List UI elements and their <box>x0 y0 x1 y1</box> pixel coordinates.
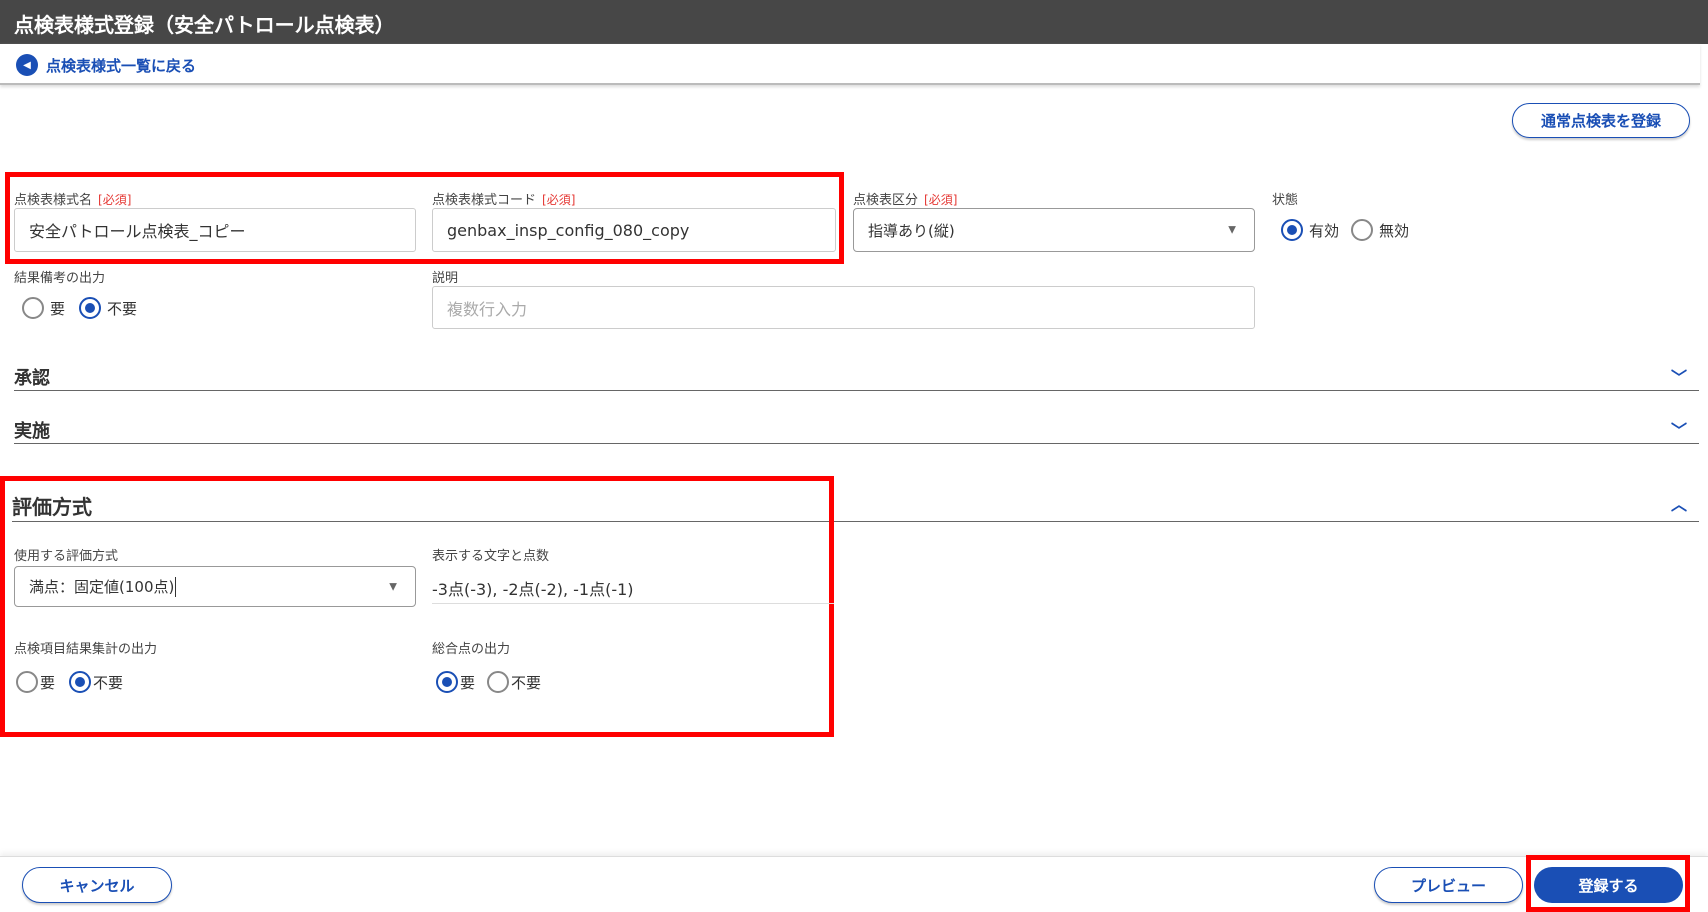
total-score-radio-required[interactable] <box>436 671 458 693</box>
category-label: 点検表区分 [必須] <box>853 193 958 208</box>
status-radio-inactive[interactable] <box>1351 219 1374 241</box>
code-input[interactable]: genbax_insp_config_080_copy <box>432 208 836 252</box>
item-summary-radio-required[interactable] <box>16 671 38 693</box>
chevron-up-icon: ︿ <box>1670 495 1687 514</box>
category-select[interactable]: 指導あり(縦) ▼ <box>853 208 1255 252</box>
cancel-button[interactable]: キャンセル <box>22 867 172 903</box>
back-arrow-icon: ◀ <box>16 54 38 76</box>
display-value: -3点(-3), -2点(-2), -1点(-1) <box>432 576 834 604</box>
item-summary-radio-not-required[interactable] <box>69 671 92 693</box>
name-label: 点検表様式名 [必須] <box>14 193 132 208</box>
register-normal-button[interactable]: 通常点検表を登録 <box>1512 103 1690 138</box>
preview-button[interactable]: プレビュー <box>1374 867 1523 903</box>
status-radio-active[interactable] <box>1281 219 1303 241</box>
nav-bar: ◀ 点検表様式一覧に戻る <box>0 44 1700 85</box>
status-radio-group: 有効 無効 <box>1281 219 1409 241</box>
total-score-radio-not-required[interactable] <box>487 671 510 693</box>
dropdown-icon: ▼ <box>389 581 397 592</box>
eval-method-select[interactable]: 満点：固定値(100点) ▼ <box>14 566 416 607</box>
back-link-label: 点検表様式一覧に戻る <box>46 56 197 75</box>
status-label: 状態 <box>1272 193 1299 208</box>
page-title: 点検表様式登録（安全パトロール点検表） <box>14 13 395 37</box>
name-input[interactable]: 安全パトロール点検表_コピー <box>14 208 416 252</box>
dropdown-icon: ▼ <box>1228 224 1236 236</box>
section-approval[interactable]: 承認 ﹀ <box>14 364 1699 391</box>
remarks-output-label: 結果備考の出力 <box>14 271 106 286</box>
item-summary-label: 点検項目結果集計の出力 <box>14 642 158 657</box>
description-textarea[interactable]: 複数行入力 <box>432 286 1255 329</box>
total-score-label: 総合点の出力 <box>432 642 511 657</box>
chevron-down-icon: ﹀ <box>1670 421 1687 440</box>
section-execution[interactable]: 実施 ﹀ <box>14 417 1699 444</box>
page-header: 点検表様式登録（安全パトロール点検表） <box>0 0 1708 44</box>
chevron-down-icon: ﹀ <box>1670 368 1687 387</box>
back-link[interactable]: ◀ 点検表様式一覧に戻る <box>16 54 196 76</box>
total-score-radio-group: 要 不要 <box>436 671 541 693</box>
remarks-radio-not-required[interactable] <box>79 297 102 319</box>
description-label: 説明 <box>432 271 459 286</box>
eval-method-label: 使用する評価方式 <box>14 549 119 564</box>
item-summary-radio-group: 要 不要 <box>16 671 123 693</box>
code-label: 点検表様式コード [必須] <box>432 193 576 208</box>
display-label: 表示する文字と点数 <box>432 549 550 564</box>
remarks-radio-required[interactable] <box>22 297 44 319</box>
remarks-radio-group: 要 不要 <box>22 297 137 319</box>
register-button[interactable]: 登録する <box>1534 867 1683 903</box>
